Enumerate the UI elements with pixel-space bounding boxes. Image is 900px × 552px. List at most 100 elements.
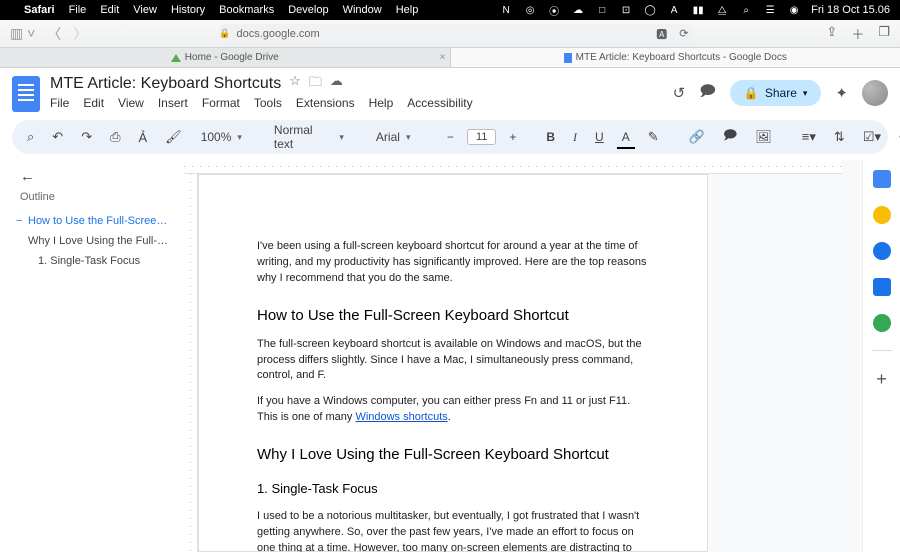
menubar-edit[interactable]: Edit [100,4,119,16]
line-spacing-icon[interactable]: ⇅ [829,126,850,148]
url-bar[interactable]: 🔒 docs.google.com 🅰 ⟳ [219,24,694,44]
menubar-bookmarks[interactable]: Bookmarks [219,4,274,16]
close-tab-icon[interactable]: × [440,52,446,63]
menu-file[interactable]: File [50,96,69,110]
paragraph-style-select[interactable]: Normal text ▾ [268,121,350,153]
share-icon[interactable]: ⇪ [826,24,837,43]
menubar-app[interactable]: Safari [24,4,55,16]
tabs-icon[interactable]: ❐ [878,24,890,43]
menu-tools[interactable]: Tools [254,96,282,110]
font-select[interactable]: Arial ▾ [370,128,422,146]
status-icon[interactable]: ☁ [571,3,585,17]
star-icon[interactable]: ☆ [289,73,301,95]
bold-button[interactable]: B [541,127,560,147]
print-icon[interactable]: ⎙ [105,126,125,148]
contacts-icon[interactable] [873,278,891,296]
paragraph[interactable]: If you have a Windows computer, you can … [257,394,649,426]
link[interactable]: Windows shortcuts [355,411,447,423]
add-addon-icon[interactable]: + [876,369,887,390]
menubar-history[interactable]: History [171,4,205,16]
paragraph[interactable]: I used to be a notorious multitasker, bu… [257,509,649,552]
checklist-icon[interactable]: ☑▾ [858,126,886,148]
text-color-button[interactable]: A [617,127,635,147]
maps-icon[interactable] [873,314,891,332]
status-icon[interactable]: ⊡ [619,3,633,17]
account-avatar[interactable] [862,80,888,106]
underline-button[interactable]: U [590,127,609,147]
add-comment-icon[interactable]: 🗩 [718,123,742,151]
tasks-icon[interactable] [873,242,891,260]
bulleted-list-icon[interactable]: •≡▾ [894,126,900,148]
status-icon[interactable]: ◎ [523,3,537,17]
refresh-icon[interactable]: ⟳ [679,27,688,40]
battery-icon[interactable]: ▮▮ [691,3,705,17]
undo-icon[interactable]: ↶ [47,126,68,148]
increase-font-icon[interactable]: + [504,127,521,147]
browser-tab[interactable]: MTE Article: Keyboard Shortcuts - Google… [451,48,900,67]
share-button[interactable]: 🔒 Share ▾ [730,80,822,106]
control-center-icon[interactable]: ☰ [763,3,777,17]
status-icon[interactable]: A [667,3,681,17]
paragraph[interactable]: I've been using a full-screen keyboard s… [257,239,649,287]
menubar-window[interactable]: Window [343,4,382,16]
menu-help[interactable]: Help [369,96,394,110]
sidebar-toggle-icon[interactable]: ▥ ˅ [10,25,35,42]
docs-logo-icon[interactable] [12,76,40,112]
menubar-view[interactable]: View [133,4,157,16]
status-icon[interactable]: ⦿ [547,3,561,17]
font-size-input[interactable]: 11 [467,129,496,145]
heading[interactable]: Why I Love Using the Full-Screen Keyboar… [257,444,649,466]
forward-button[interactable]: 〉 [73,24,87,44]
menubar-file[interactable]: File [69,4,87,16]
menu-insert[interactable]: Insert [158,96,188,110]
menu-view[interactable]: View [118,96,144,110]
menubar-help[interactable]: Help [396,4,419,16]
menu-accessibility[interactable]: Accessibility [407,96,472,110]
insert-image-icon[interactable]: 🖼 [750,126,777,148]
outline-item[interactable]: 1. Single-Task Focus [14,251,178,271]
status-icon[interactable]: ◯ [643,3,657,17]
vertical-ruler[interactable] [184,174,198,552]
italic-button[interactable]: I [568,127,582,148]
browser-tab[interactable]: Home - Google Drive × [0,48,451,67]
zoom-select[interactable]: 100% ▾ [195,128,248,146]
outline-item[interactable]: Why I Love Using the Full-Screen… [14,231,178,251]
horizontal-ruler[interactable] [184,160,842,174]
gemini-icon[interactable]: ✦ [835,84,848,102]
text[interactable]: . [448,411,451,423]
paint-format-icon[interactable]: 🖌 [160,126,187,148]
status-icon[interactable]: N [499,3,513,17]
menu-edit[interactable]: Edit [83,96,104,110]
menubar-develop[interactable]: Develop [288,4,328,16]
redo-icon[interactable]: ↷ [76,126,97,148]
menu-extensions[interactable]: Extensions [296,96,355,110]
calendar-icon[interactable] [873,170,891,188]
siri-icon[interactable]: ◉ [787,3,801,17]
outline-back-icon[interactable]: ← [20,168,178,185]
menu-format[interactable]: Format [202,96,240,110]
back-button[interactable]: 〈 [47,24,61,44]
outline-item[interactable]: How to Use the Full-Screen Keyb… [14,211,178,231]
status-icon[interactable]: □ [595,3,609,17]
highlight-button[interactable]: ✎ [643,126,664,148]
subheading[interactable]: 1. Single-Task Focus [257,480,649,499]
comments-icon[interactable]: 🗩 [699,81,716,106]
document-page[interactable]: I've been using a full-screen keyboard s… [198,174,708,552]
move-icon[interactable]: 🗀 [309,73,322,95]
translate-icon[interactable]: 🅰 [656,26,667,42]
decrease-font-icon[interactable]: − [442,127,459,147]
document-title[interactable]: MTE Article: Keyboard Shortcuts [50,75,281,93]
align-icon[interactable]: ≡▾ [797,126,821,148]
heading[interactable]: How to Use the Full-Screen Keyboard Shor… [257,305,649,327]
menubar-clock[interactable]: Fri 18 Oct 15.06 [811,4,890,16]
keep-icon[interactable] [873,206,891,224]
wifi-icon[interactable]: ⧋ [715,3,729,17]
search-menus-icon[interactable]: ⌕ [22,126,39,148]
history-icon[interactable]: ↺ [673,84,686,102]
search-icon[interactable]: ⌕ [739,3,753,17]
new-tab-icon[interactable]: ＋ [851,24,864,43]
spellcheck-icon[interactable]: Ả [134,127,153,148]
paragraph[interactable]: The full-screen keyboard shortcut is ava… [257,337,649,385]
cloud-status-icon[interactable]: ☁ [330,73,343,95]
insert-link-icon[interactable]: 🔗 [684,126,710,148]
